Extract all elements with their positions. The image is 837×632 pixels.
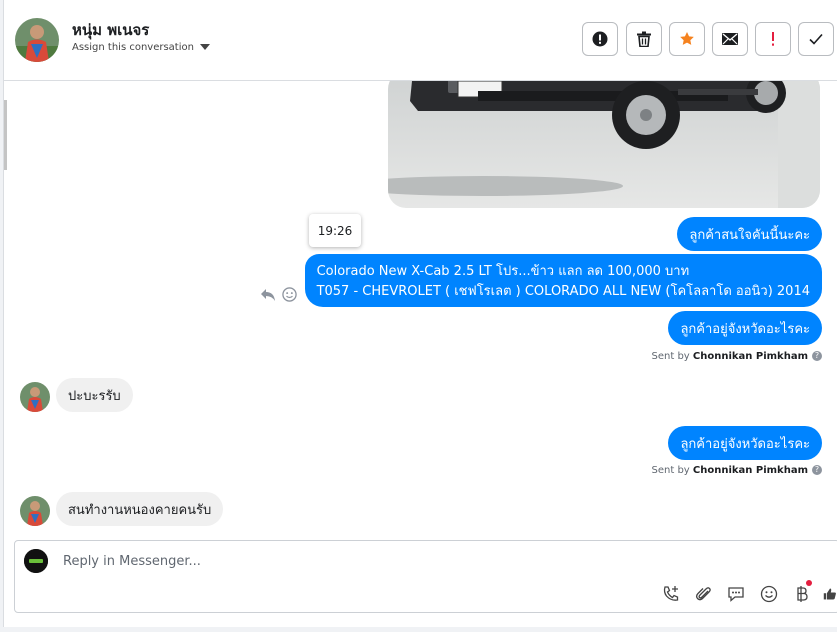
conversation-header: หนุ่ม พเนจร Assign this conversation (4, 0, 837, 81)
mark-unread-button[interactable] (712, 22, 748, 56)
reply-input[interactable] (61, 553, 665, 570)
react-smiley-icon[interactable] (282, 287, 298, 303)
exclamation-icon (772, 32, 774, 46)
contact-avatar-small[interactable] (20, 496, 50, 526)
sent-by-label: Sent by Chonnikan Pimkham? (651, 465, 822, 476)
message-line: Colorado New X-Cab 2.5 LT โปร...ข้าว แลก… (316, 264, 690, 279)
assign-label: Assign this conversation (72, 42, 194, 53)
outgoing-message-link[interactable]: Colorado New X-Cab 2.5 LT โปร...ข้าว แลก… (304, 254, 822, 307)
star-icon (680, 32, 694, 45)
sent-by-label: Sent by Chonnikan Pimkham? (651, 351, 822, 362)
delete-button[interactable] (626, 22, 662, 56)
page-avatar (24, 549, 48, 573)
reply-icon[interactable] (260, 287, 276, 303)
message-thread: 19:26 ลูกค้าสนใจคันนี้นะคะ Colorado New … (4, 81, 837, 536)
message-line: T057 - CHEVROLET ( เชฟโรเลต ) COLORADO A… (316, 284, 810, 299)
star-button[interactable] (669, 22, 705, 56)
baht-icon[interactable] (792, 580, 812, 604)
sent-by-name: Chonnikan Pimkham (692, 465, 808, 476)
reply-composer (14, 540, 837, 613)
outgoing-message[interactable]: ลูกค้าสนใจคันนี้นะคะ (677, 217, 822, 251)
timestamp-tooltip: 19:26 (309, 214, 361, 247)
thumbs-up-icon[interactable] (823, 584, 837, 604)
messenger-conversation-panel: หนุ่ม พเนจร Assign this conversation 19:… (3, 0, 837, 627)
car-photo-attachment[interactable] (388, 81, 820, 208)
phone-add-icon[interactable] (661, 584, 681, 604)
sent-by-prefix: Sent by (651, 465, 690, 476)
help-icon[interactable]: ? (812, 351, 822, 361)
help-icon[interactable]: ? (812, 465, 822, 475)
incoming-message[interactable]: ปะบะรรับ (56, 378, 133, 412)
assign-conversation-dropdown[interactable]: Assign this conversation (72, 42, 210, 53)
envelope-icon (722, 33, 738, 45)
outgoing-message[interactable]: ลูกค้าอยู่จังหวัดอะไรคะ (668, 311, 822, 345)
sent-by-prefix: Sent by (651, 351, 690, 362)
smiley-icon[interactable] (759, 584, 779, 604)
trash-icon (637, 31, 651, 47)
done-button[interactable] (798, 22, 834, 56)
alert-button[interactable] (582, 22, 618, 56)
chat-bubble-icon[interactable] (726, 584, 746, 604)
sent-by-name: Chonnikan Pimkham (692, 351, 808, 362)
contact-avatar[interactable] (15, 18, 59, 62)
notification-dot (806, 580, 812, 586)
paperclip-icon[interactable] (694, 584, 714, 604)
checkmark-icon (809, 33, 823, 45)
incoming-message[interactable]: สนทำงานหนองคายคนรับ (56, 492, 224, 526)
exclamation-circle-icon (592, 31, 608, 47)
contact-name: หนุ่ม พเนจร (72, 21, 150, 39)
contact-avatar-small[interactable] (20, 382, 50, 412)
outgoing-message[interactable]: ลูกค้าอยู่จังหวัดอะไรคะ (668, 426, 822, 460)
spam-button[interactable] (755, 22, 791, 56)
caret-down-icon (199, 44, 210, 50)
